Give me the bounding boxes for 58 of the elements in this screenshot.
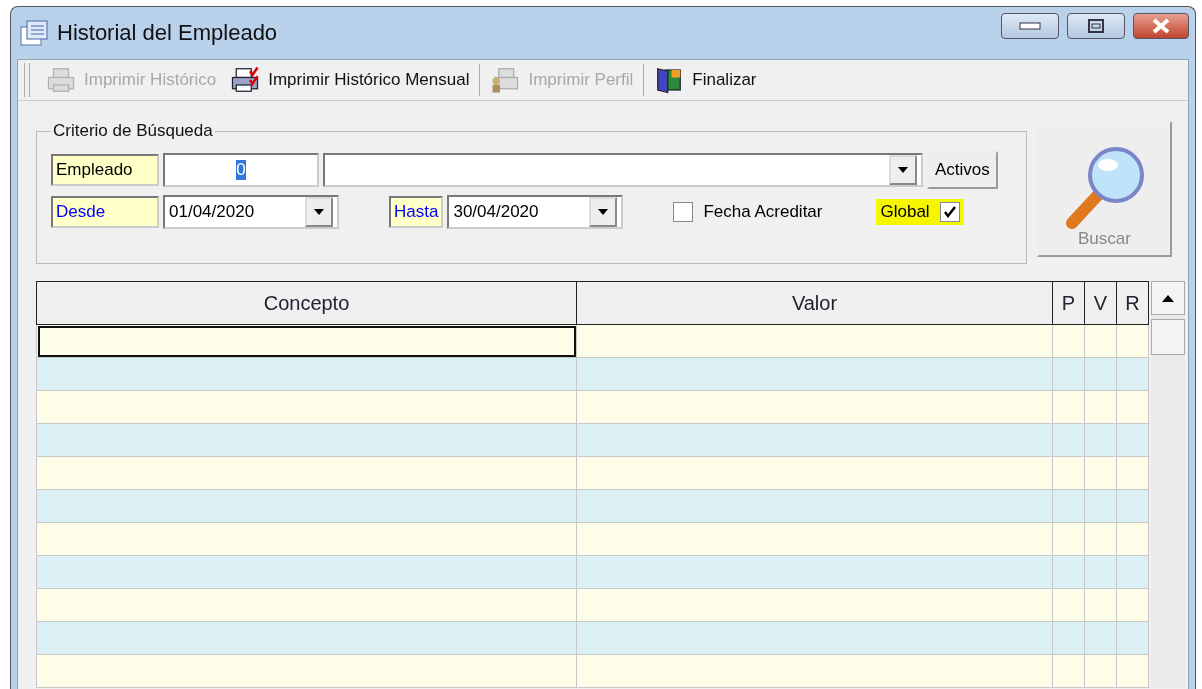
table-cell[interactable] (36, 357, 577, 391)
dropdown-arrow-icon (898, 167, 908, 173)
table-cell[interactable] (36, 324, 577, 358)
date-field[interactable]: 30/04/2020 (447, 195, 624, 229)
table-cell[interactable] (36, 489, 577, 523)
table-cell[interactable] (576, 423, 1053, 457)
table-cell[interactable] (36, 423, 577, 457)
table-cell[interactable] (36, 654, 577, 688)
table-cell[interactable] (36, 621, 577, 655)
table-cell[interactable] (36, 390, 577, 424)
table-cell[interactable] (36, 555, 577, 589)
column-header[interactable]: Concepto (36, 281, 577, 325)
printer-icon (490, 66, 521, 94)
employee-id-field[interactable]: 0 (163, 153, 319, 187)
checkbox[interactable]: Global (876, 199, 964, 225)
table-cell[interactable] (576, 654, 1053, 688)
date-field[interactable]: 01/04/2020 (163, 195, 339, 229)
table-cell[interactable] (36, 522, 577, 556)
close-button[interactable] (1133, 13, 1189, 39)
minimize-button[interactable] (1001, 13, 1059, 39)
column-header[interactable]: V (1084, 281, 1117, 325)
field-label: Empleado (51, 154, 159, 186)
close-icon (1152, 18, 1170, 34)
toolbar-button[interactable]: Imprimir Histórico Mensual (226, 64, 474, 96)
maximize-icon (1088, 19, 1104, 33)
table-cell[interactable] (576, 324, 1053, 358)
column-header[interactable]: Valor (576, 281, 1053, 325)
checkmark-icon (942, 205, 957, 219)
dropdown-arrow-icon (314, 209, 324, 215)
field-label: Hasta (389, 196, 444, 228)
table-cell[interactable] (576, 555, 1053, 589)
scroll-thumb[interactable] (1151, 319, 1185, 355)
table-cell[interactable] (576, 489, 1053, 523)
dropdown-arrow-icon (598, 209, 609, 215)
table-cell[interactable] (576, 522, 1053, 556)
table-cell[interactable] (576, 357, 1053, 391)
column-header[interactable]: R (1116, 281, 1149, 325)
employee-combo-box[interactable] (323, 153, 923, 187)
toolbar-button[interactable]: Finalizar (650, 64, 761, 96)
table-cell[interactable] (576, 621, 1053, 655)
table-cell[interactable] (36, 456, 577, 490)
checkbox[interactable]: Fecha Acreditar (669, 199, 827, 225)
scroll-up-icon (1162, 294, 1174, 302)
window-title: Historial del Empleado (57, 20, 279, 46)
field-label: Desde (51, 196, 159, 228)
table-cell[interactable] (36, 588, 577, 622)
minimize-icon (1019, 22, 1041, 30)
table-cell[interactable] (576, 390, 1053, 424)
column-header[interactable]: P (1052, 281, 1085, 325)
table-icon (19, 19, 49, 47)
printer-icon (46, 66, 76, 94)
scrollbar[interactable] (1151, 281, 1185, 688)
maximize-button[interactable] (1067, 13, 1125, 39)
table-cell[interactable] (576, 456, 1053, 490)
printer-icon (230, 66, 261, 94)
active-button[interactable]: Activos (927, 151, 998, 189)
group-title: Criterio de Búsqueda (52, 121, 214, 141)
table-cell[interactable] (576, 588, 1053, 622)
